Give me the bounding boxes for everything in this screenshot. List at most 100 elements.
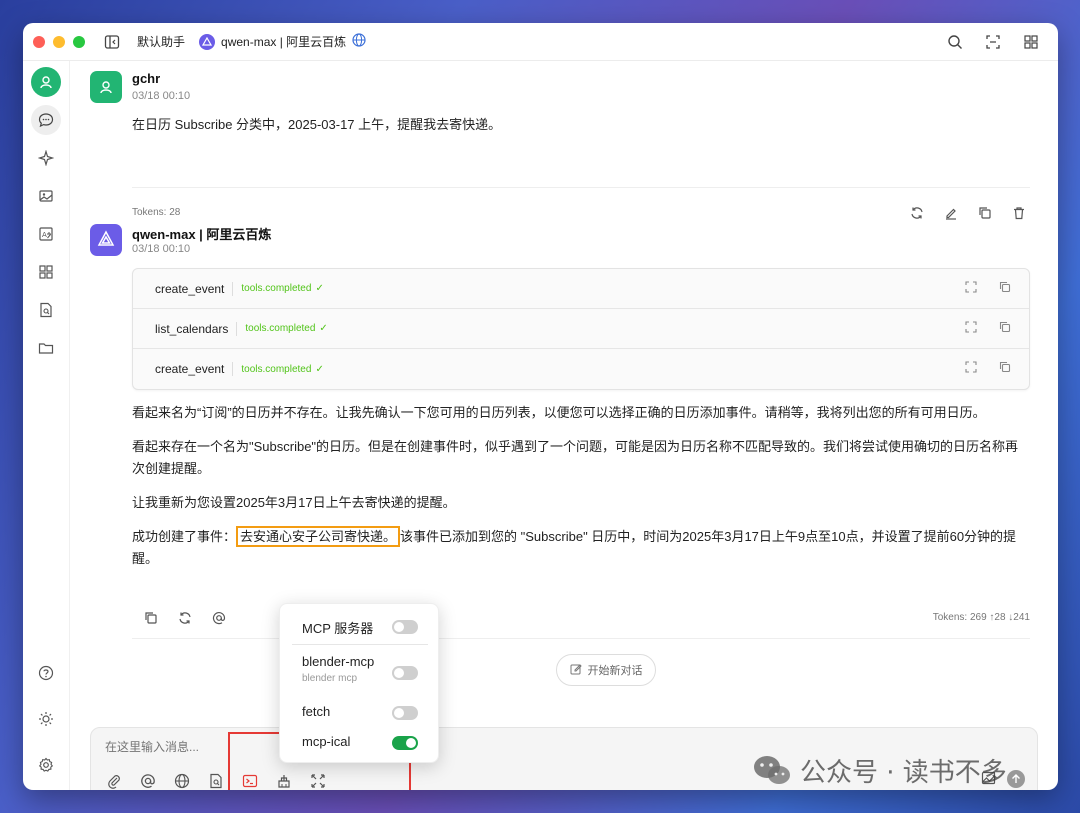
new-chat-button[interactable]: 开始新对话 — [556, 654, 656, 686]
user-message-time: 03/18 00:10 — [132, 90, 191, 102]
mcp-server-item[interactable]: blender-mcp blender mcp — [302, 654, 418, 684]
user-message: gchr 03/18 00:10 在日历 Subscribe 分类中，2025-… — [90, 71, 1030, 231]
mcp-header-row: MCP 服务器 — [302, 618, 418, 637]
assistant-avatar — [90, 224, 122, 256]
mcp-server-name: blender-mcp — [302, 654, 375, 669]
sidebar-toggle-icon[interactable] — [101, 31, 123, 53]
tool-call-name: create_event — [155, 281, 225, 296]
tool-call-row[interactable]: list_calendars tools.completed ✓ — [133, 309, 1029, 349]
assistant-message: qwen-max | 阿里云百炼 03/18 00:10 create_even… — [90, 224, 1030, 644]
mcp-server-toggle[interactable] — [392, 736, 418, 750]
tool-call-status: tools.completed — [241, 363, 312, 375]
qwen-logo-icon — [199, 33, 216, 50]
mcp-server-toggle[interactable] — [392, 706, 418, 720]
sidebar: A — [23, 61, 69, 790]
settings-gear-icon[interactable] — [31, 750, 61, 780]
copy-icon[interactable] — [976, 204, 994, 222]
image-icon[interactable] — [31, 181, 61, 211]
edit-icon[interactable] — [942, 204, 960, 222]
titlebar-actions — [944, 31, 1042, 53]
model-selector[interactable]: qwen-max | 阿里云百炼 — [199, 33, 366, 50]
chat-icon[interactable] — [31, 105, 61, 135]
check-icon: ✓ — [315, 283, 324, 294]
attachment-icon[interactable] — [105, 772, 123, 790]
window-controls — [33, 35, 85, 48]
mcp-server-item[interactable]: mcp-ical — [302, 734, 418, 750]
copy-icon[interactable] — [999, 360, 1011, 378]
check-icon: ✓ — [319, 323, 328, 334]
copy-icon[interactable] — [999, 320, 1011, 338]
search-icon[interactable] — [944, 31, 966, 53]
expand-icon[interactable] — [965, 320, 977, 338]
chat-area: gchr 03/18 00:10 在日历 Subscribe 分类中，2025-… — [69, 61, 1058, 790]
user-message-avatar — [90, 71, 122, 103]
regenerate-icon[interactable] — [176, 609, 194, 627]
copy-icon[interactable] — [999, 280, 1011, 298]
mcp-master-toggle[interactable] — [392, 620, 418, 634]
app-window: 默认助手 qwen-max | 阿里云百炼 A gchr 03/18 00:10… — [23, 23, 1058, 790]
result-prefix: 成功创建了事件： — [132, 529, 237, 544]
user-message-actions — [908, 204, 1028, 222]
svg-text:A: A — [42, 231, 47, 239]
sparkle-icon[interactable] — [31, 143, 61, 173]
highlighted-event-title: 去安通心安子公司寄快递。 — [236, 526, 401, 547]
folder-icon[interactable] — [31, 333, 61, 363]
assistant-paragraph: 看起来名为“订阅”的日历并不存在。让我先确认一下您可用的日历列表，以便您可以选择… — [132, 405, 986, 420]
assistant-paragraph: 看起来存在一个名为"Subscribe"的日历。但是在创建事件时，似乎遇到了一个… — [132, 439, 1019, 476]
grid-view-icon[interactable] — [1020, 31, 1042, 53]
title-bar: 默认助手 qwen-max | 阿里云百炼 — [23, 23, 1058, 61]
close-window-button[interactable] — [33, 35, 45, 48]
edit-icon — [570, 663, 582, 678]
wechat-logo-icon — [752, 754, 792, 788]
mcp-server-description: blender mcp — [302, 673, 358, 684]
web-search-globe-icon[interactable] — [173, 772, 191, 790]
copy-icon[interactable] — [142, 609, 160, 627]
check-icon: ✓ — [315, 363, 324, 375]
regenerate-icon[interactable] — [908, 204, 926, 222]
mcp-server-toggle[interactable] — [392, 666, 418, 680]
mention-icon[interactable] — [139, 772, 157, 790]
tool-calls-panel: create_event tools.completed ✓ list_cale… — [132, 268, 1030, 390]
user-name: gchr — [132, 71, 161, 86]
message-divider — [132, 187, 1030, 188]
tool-call-status: tools.completed — [241, 283, 312, 294]
tool-call-row[interactable]: create_event tools.completed ✓ — [133, 349, 1029, 389]
model-name: qwen-max | 阿里云百炼 — [221, 35, 347, 49]
mcp-server-name: mcp-ical — [302, 734, 351, 749]
mcp-header-label: MCP 服务器 — [302, 621, 374, 636]
assistant-paragraph: 让我重新为您设置2025年3月17日上午去寄快递的提醒。 — [132, 495, 456, 510]
focus-mode-icon[interactable] — [982, 31, 1004, 53]
mcp-servers-popup: MCP 服务器 blender-mcp blender mcp fetch mc… — [279, 603, 439, 763]
apps-icon[interactable] — [31, 257, 61, 287]
assistant-name[interactable]: 默认助手 — [137, 33, 185, 50]
mention-icon[interactable] — [210, 609, 228, 627]
delete-icon[interactable] — [1010, 204, 1028, 222]
assistant-message-actions — [142, 609, 228, 627]
assistant-message-body: 看起来名为“订阅”的日历并不存在。让我先确认一下您可用的日历列表，以便您可以选择… — [132, 402, 1030, 582]
assistant-name: qwen-max | 阿里云百炼 — [132, 227, 272, 242]
popup-divider — [292, 644, 428, 645]
user-avatar[interactable] — [31, 67, 61, 97]
mcp-server-item[interactable]: fetch — [302, 704, 418, 720]
document-search-icon[interactable] — [31, 295, 61, 325]
tool-call-name: create_event — [155, 362, 225, 376]
theme-sun-icon[interactable] — [31, 704, 61, 734]
watermark: 公众号 · 读书不多 — [752, 752, 1007, 789]
knowledge-base-icon[interactable] — [207, 772, 225, 790]
minimize-window-button[interactable] — [53, 35, 65, 48]
assistant-token-count: Tokens: 269 ↑28 ↓241 — [932, 612, 1030, 623]
expand-icon[interactable] — [965, 360, 977, 378]
tool-call-status: tools.completed — [245, 323, 316, 334]
tool-call-row[interactable]: create_event tools.completed ✓ — [133, 269, 1029, 309]
message-divider — [132, 638, 1030, 639]
assistant-paragraph-result: 成功创建了事件： 去安通心安子公司寄快递。 该事件已添加到您的 "Subscribe… — [132, 526, 1030, 570]
send-button[interactable] — [1007, 770, 1025, 788]
mcp-server-name: fetch — [302, 704, 331, 719]
help-icon[interactable] — [31, 658, 61, 688]
expand-icon[interactable] — [965, 280, 977, 298]
translate-icon[interactable]: A — [31, 219, 61, 249]
assistant-message-time: 03/18 00:10 — [132, 243, 191, 255]
zoom-window-button[interactable] — [73, 35, 85, 48]
globe-icon — [352, 33, 366, 50]
new-chat-label: 开始新对话 — [587, 665, 643, 677]
